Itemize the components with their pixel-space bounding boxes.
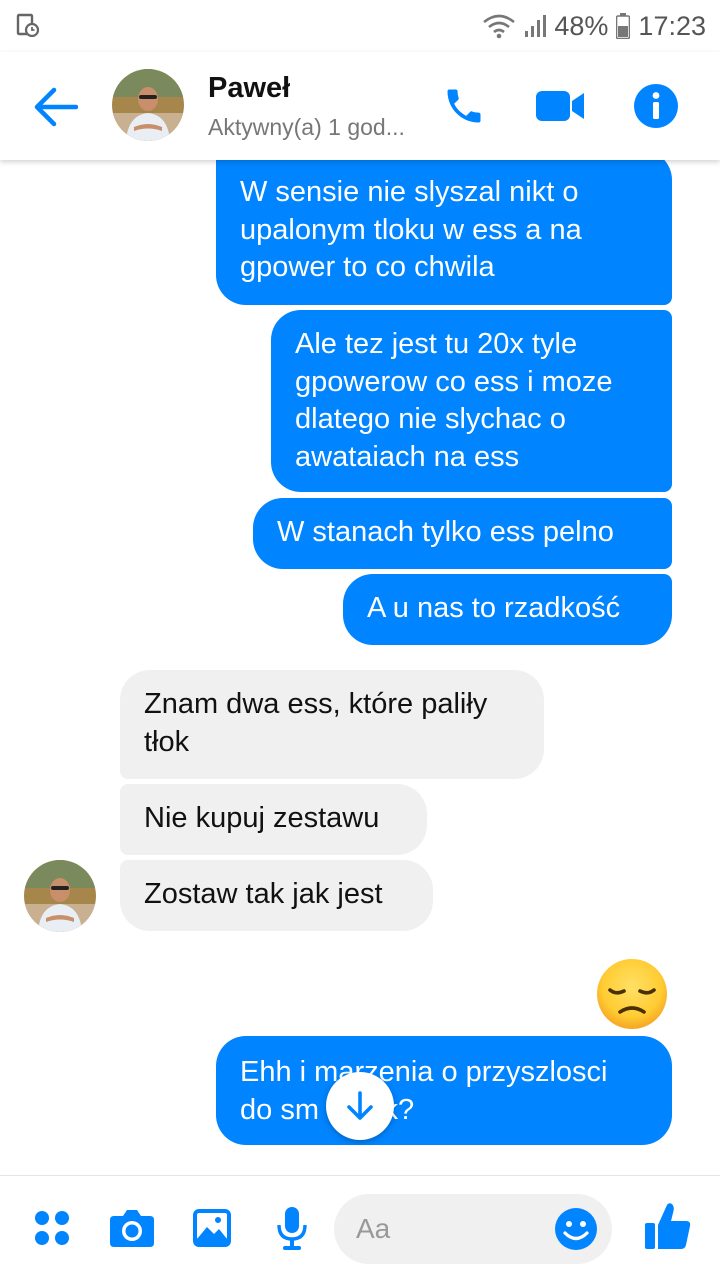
- pensive-face-emoji[interactable]: [596, 958, 668, 1030]
- back-arrow-icon: [34, 87, 78, 127]
- message-line: do sm ak?: [240, 1093, 414, 1126]
- camera-icon: [110, 1210, 154, 1247]
- message-line: dlatego nie slychac o: [295, 403, 566, 435]
- message-line: tłok: [144, 725, 190, 758]
- conversation-header: Paweł Aktywny(a) 1 god...: [0, 52, 720, 160]
- message-input-container: [334, 1194, 612, 1264]
- four-dots-icon: [35, 1211, 69, 1245]
- scroll-to-bottom-button[interactable]: [326, 1072, 394, 1140]
- message-bubble-outgoing[interactable]: Ehh i marzenia o przyszlosci do sm ak?: [216, 1036, 672, 1145]
- phone-icon: [447, 89, 481, 123]
- voice-call-button[interactable]: [436, 78, 492, 134]
- message-line: Znam dwa ess, które paliły: [144, 688, 488, 720]
- message-bubble-outgoing[interactable]: W sensie nie slyszal nikt o upalonym tlo…: [216, 160, 672, 305]
- message-line: upalonym tloku w ess a na: [240, 213, 582, 246]
- message-bubble-incoming[interactable]: Zostaw tak jak jest: [120, 860, 433, 931]
- message-line: W stanach tylko ess pelno: [277, 516, 614, 548]
- emoji-button[interactable]: [554, 1207, 598, 1251]
- microphone-icon: [277, 1207, 307, 1250]
- status-right: 48% 17:23: [482, 10, 706, 42]
- message-input[interactable]: [356, 1209, 546, 1249]
- message-line: awataiach na ess: [295, 440, 520, 473]
- message-line: A u nas to rzadkość: [367, 592, 621, 624]
- message-line: Nie kupuj zestawu: [144, 802, 380, 834]
- voice-message-button[interactable]: [268, 1204, 316, 1252]
- gallery-button[interactable]: [188, 1204, 236, 1252]
- message-list[interactable]: W sensie nie slyszal nikt o upalonym tlo…: [0, 160, 720, 1175]
- message-line: gpowerow co ess i moze: [295, 365, 613, 398]
- wifi-icon: [482, 13, 516, 39]
- avatar[interactable]: [112, 69, 184, 141]
- clock: 17:23: [638, 10, 706, 41]
- camera-button[interactable]: [108, 1204, 156, 1252]
- message-line: W sensie nie slyszal nikt o: [240, 176, 579, 208]
- message-line: Zostaw tak jak jest: [144, 878, 383, 910]
- arrow-down-icon: [347, 1091, 373, 1120]
- message-line: gpower to co chwila: [240, 251, 495, 283]
- like-button[interactable]: [642, 1200, 694, 1252]
- sender-avatar[interactable]: [24, 860, 96, 932]
- video-call-button[interactable]: [532, 78, 588, 134]
- message-bubble-outgoing[interactable]: A u nas to rzadkość: [343, 574, 672, 645]
- info-icon: [634, 84, 678, 128]
- image-icon: [193, 1209, 231, 1247]
- message-line: Ale tez jest tu 20x tyle: [295, 328, 578, 360]
- message-bubble-incoming[interactable]: Nie kupuj zestawu: [120, 784, 427, 855]
- signal-icon: [524, 14, 547, 38]
- smiley-icon: [555, 1208, 597, 1250]
- screenshot-notification-icon: [16, 13, 40, 38]
- message-line: Ehh i marzenia o przyszlosci: [240, 1056, 608, 1088]
- message-bubble-outgoing[interactable]: Ale tez jest tu 20x tyle gpowerow co ess…: [271, 310, 672, 492]
- status-bar: 48% 17:23: [0, 0, 720, 52]
- more-options-button[interactable]: [28, 1204, 76, 1252]
- battery-percent: 48%: [554, 10, 609, 41]
- battery-icon: [616, 13, 631, 39]
- conversation-info-button[interactable]: [628, 78, 684, 134]
- message-bubble-incoming[interactable]: Znam dwa ess, które paliły tłok: [120, 670, 544, 779]
- video-camera-icon: [536, 91, 584, 121]
- composer-bar: [0, 1175, 720, 1280]
- contact-name[interactable]: Paweł: [208, 72, 290, 105]
- message-bubble-outgoing[interactable]: W stanach tylko ess pelno: [253, 498, 672, 569]
- back-button[interactable]: [28, 80, 82, 134]
- contact-status: Aktywny(a) 1 god...: [208, 114, 405, 140]
- thumbs-up-icon: [645, 1203, 691, 1249]
